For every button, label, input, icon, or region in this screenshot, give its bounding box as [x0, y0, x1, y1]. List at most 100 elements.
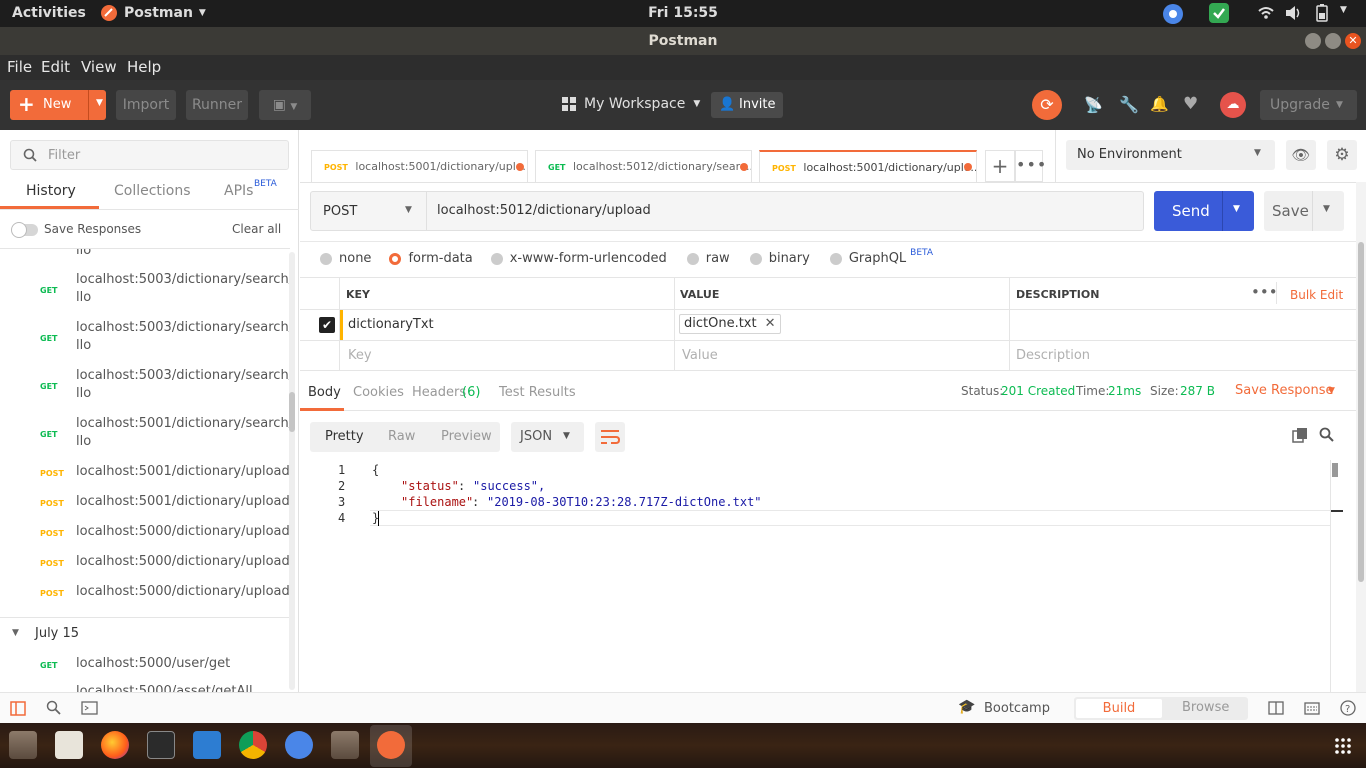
bulk-edit-button[interactable]: Bulk Edit	[1290, 288, 1343, 302]
maximize-button[interactable]	[1325, 33, 1341, 49]
view-raw[interactable]: Raw	[388, 429, 415, 444]
volume-icon[interactable]	[1285, 5, 1303, 21]
workspace-switcher[interactable]: My Workspace ▼	[562, 96, 700, 112]
save-responses-toggle[interactable]	[11, 222, 38, 238]
history-item[interactable]: GET localhost:5000/user/get	[0, 655, 286, 679]
view-preview[interactable]: Preview	[441, 429, 492, 444]
invite-button[interactable]: 👤 Invite	[711, 92, 783, 118]
history-item[interactable]: GET localhost:5003/dictionary/search/he …	[0, 271, 290, 311]
bootcamp-link[interactable]: Bootcamp	[984, 701, 1050, 716]
clear-all-button[interactable]: Clear all	[232, 222, 281, 236]
browse-mode-button[interactable]: Browse	[1182, 700, 1229, 715]
heart-icon[interactable]: ♥	[1183, 94, 1198, 114]
add-tab-button[interactable]: +	[985, 150, 1015, 182]
value-placeholder[interactable]: Value	[682, 348, 718, 363]
cloud-icon[interactable]: ☁	[1220, 92, 1246, 118]
radio-form-data[interactable]	[389, 252, 402, 265]
console-icon[interactable]	[81, 701, 98, 715]
environment-selector[interactable]: No Environment ▼	[1066, 140, 1275, 170]
filter-input[interactable]: Filter	[10, 140, 289, 170]
more-options-icon[interactable]: •••	[1251, 283, 1278, 301]
url-input[interactable]: localhost:5012/dictionary/upload	[426, 191, 1144, 231]
history-item[interactable]: GET localhost:5003/dictionary/search/he …	[0, 319, 290, 359]
power-menu-icon[interactable]: ▼	[1340, 5, 1347, 15]
send-dropdown-icon[interactable]: ▼	[1233, 204, 1240, 214]
editor-scrollbar[interactable]	[1330, 460, 1343, 692]
menu-file[interactable]: File	[7, 58, 32, 76]
menu-help[interactable]: Help	[127, 58, 161, 76]
gear-icon[interactable]: ⚙	[1327, 140, 1357, 170]
build-mode-button[interactable]: Build	[1076, 699, 1162, 718]
copy-icon[interactable]	[1292, 427, 1308, 443]
menu-edit[interactable]: Edit	[41, 58, 70, 76]
history-item[interactable]: GET localhost:5003/dictionary/search/he …	[0, 367, 290, 407]
view-pretty[interactable]: Pretty	[325, 429, 364, 444]
response-body-editor[interactable]: 1 2 3 4 { "status" : "success", "filenam…	[300, 460, 1330, 692]
save-dropdown-icon[interactable]: ▼	[1323, 204, 1330, 214]
upgrade-button[interactable]: Upgrade ▼	[1260, 90, 1357, 120]
key-placeholder[interactable]: Key	[348, 348, 372, 363]
files-app-icon[interactable]	[9, 731, 37, 759]
sync-icon[interactable]: ⟳	[1032, 90, 1062, 120]
vscode-icon[interactable]	[193, 731, 221, 759]
check-tray-icon[interactable]	[1208, 2, 1230, 24]
method-select[interactable]: POST ▼	[310, 191, 427, 231]
save-button[interactable]: Save ▼	[1264, 191, 1344, 231]
scrollbar-thumb[interactable]	[1332, 463, 1338, 477]
help-icon[interactable]: ?	[1340, 700, 1356, 716]
history-item[interactable]: POST localhost:5001/dictionary/upload	[0, 493, 290, 517]
sidebar-toggle-icon[interactable]	[10, 701, 26, 716]
archive-app-icon[interactable]	[331, 731, 359, 759]
history-item[interactable]: POST localhost:5000/dictionary/upload	[0, 523, 290, 547]
radio-binary[interactable]	[749, 252, 762, 265]
save-response-button[interactable]: Save Response	[1235, 383, 1333, 398]
text-editor-icon[interactable]	[55, 731, 83, 759]
radio-none[interactable]	[320, 252, 332, 265]
menu-view[interactable]: View	[81, 58, 117, 76]
postman-dock-icon[interactable]	[377, 731, 405, 759]
response-tab-headers[interactable]: Headers	[412, 385, 466, 400]
wrap-lines-button[interactable]	[595, 422, 625, 452]
description-placeholder[interactable]: Description	[1016, 348, 1090, 363]
tab-collections[interactable]: Collections	[114, 183, 191, 199]
find-replace-icon[interactable]	[46, 700, 62, 716]
search-icon[interactable]	[1319, 427, 1334, 442]
eye-icon[interactable]: 👁	[1286, 140, 1316, 170]
scrollbar-thumb[interactable]	[1358, 242, 1364, 582]
bell-icon[interactable]: 🔔	[1150, 95, 1169, 113]
chrome-icon[interactable]	[239, 731, 267, 759]
minimize-button[interactable]	[1305, 33, 1321, 49]
chromium-tray-icon[interactable]	[1162, 3, 1184, 25]
new-dropdown-icon[interactable]: ▼	[96, 98, 103, 108]
tab-options-icon[interactable]: •••	[1015, 150, 1046, 182]
chevron-down-icon[interactable]: ▼	[1328, 386, 1335, 396]
response-tab-cookies[interactable]: Cookies	[353, 385, 404, 400]
import-button[interactable]: Import	[116, 90, 176, 120]
radio-raw[interactable]	[686, 252, 699, 265]
request-tab[interactable]: POST localhost:5001/dictionary/uplo...	[311, 150, 528, 182]
wifi-icon[interactable]	[1258, 6, 1274, 20]
satellite-icon[interactable]: 📡	[1084, 96, 1103, 114]
radio-graphql[interactable]	[829, 252, 842, 265]
main-scrollbar[interactable]	[1356, 182, 1366, 692]
format-select[interactable]: JSON ▼	[511, 422, 584, 452]
history-item-partial[interactable]: localhost:5000/asset/getAll	[76, 683, 253, 692]
scrollbar-thumb[interactable]	[289, 392, 295, 432]
history-item[interactable]: POST localhost:5001/dictionary/upload	[0, 463, 290, 487]
two-pane-icon[interactable]	[1268, 701, 1284, 715]
history-item[interactable]: POST localhost:5000/dictionary/upload	[0, 583, 290, 607]
history-item[interactable]: POST localhost:5000/dictionary/upload	[0, 553, 290, 577]
new-window-button[interactable]: ▣ ▼	[259, 90, 311, 120]
file-chip[interactable]: dictOne.txt ✕	[679, 314, 781, 334]
request-tab[interactable]: GET localhost:5012/dictionary/searc...	[535, 150, 752, 182]
key-cell[interactable]: dictionaryTxt	[348, 317, 434, 332]
radio-urlencoded[interactable]	[490, 252, 503, 265]
wrench-icon[interactable]: 🔧	[1119, 95, 1139, 114]
history-item-partial[interactable]: llo	[76, 249, 91, 260]
tab-apis[interactable]: APIs	[224, 183, 253, 199]
close-icon[interactable]: ✕	[765, 315, 776, 333]
history-item[interactable]: GET localhost:5001/dictionary/search/he …	[0, 415, 290, 455]
history-group-header[interactable]: ▼ July 15	[12, 626, 282, 646]
close-window-button[interactable]: ✕	[1345, 33, 1361, 49]
request-tab-active[interactable]: POST localhost:5001/dictionary/uplo...	[759, 150, 977, 182]
